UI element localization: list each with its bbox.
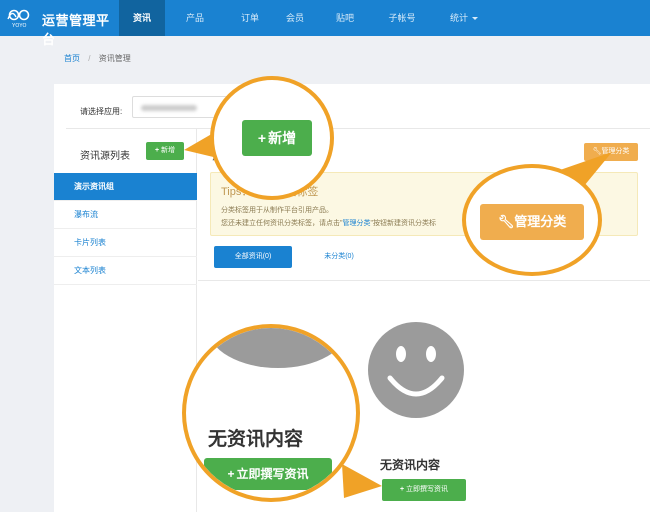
nav-orders[interactable]: 订单 (228, 0, 272, 36)
app-select-label: 请选择应用: (80, 107, 123, 116)
blurred-app-name (141, 105, 197, 111)
callout-empty-text: 无资讯内容 (208, 429, 304, 450)
callout-write-button: + 立即撰写资讯 (204, 458, 332, 490)
plus-icon: + (399, 486, 405, 493)
divider (198, 280, 650, 281)
callout-manage-button: 🔧︎管理分类 (480, 204, 584, 240)
callout-add-button: + 新增 (242, 120, 312, 156)
tab-all-news[interactable]: 全部资讯(0) (214, 246, 292, 268)
sidebar-title: 资讯源列表 (80, 151, 130, 162)
sidebar-item-text-list[interactable]: 文本列表 (54, 257, 197, 285)
sidebar: 资讯源列表 + 新增 演示资讯组 瀑布流 卡片列表 文本列表 (54, 129, 197, 512)
callout-manage-category: 🔧︎管理分类 (462, 164, 602, 276)
tips-line-2-post: "按钮新建资讯分类标 (370, 220, 436, 227)
manage-category-button[interactable]: 🔧︎管理分类 (584, 143, 638, 161)
sidebar-item-waterfall[interactable]: 瀑布流 (54, 201, 197, 229)
smiley-fragment (208, 328, 348, 368)
brand-title: 运营管理平台 (42, 13, 110, 47)
nav-subaccounts[interactable]: 子帐号 (380, 0, 424, 36)
tips-line-1: 分类标签用于从制作平台引用产品。 (221, 207, 333, 214)
empty-state-text: 无资讯内容 (380, 458, 441, 472)
wrench-icon: 🔧︎ (497, 214, 515, 229)
nav-news[interactable]: 资讯 (119, 0, 165, 36)
write-news-button[interactable]: + 立即撰写资讯 (382, 479, 466, 501)
callout-add: + 新增 (210, 76, 334, 200)
nav-stats[interactable]: 统计 (436, 0, 492, 36)
logo-icon: YOYO (7, 9, 30, 29)
callout-empty-state: 无资讯内容 + 立即撰写资讯 (182, 324, 360, 502)
callout-add-label: 新增 (268, 130, 297, 146)
plus-icon: + (154, 147, 160, 154)
nav-members[interactable]: 会员 (273, 0, 317, 36)
tab-uncategorized[interactable]: 未分类(0) (304, 246, 374, 268)
brand[interactable]: YOYO 运营管理平台 (0, 0, 118, 47)
chevron-down-icon (472, 17, 478, 21)
logo-text: YOYO (12, 23, 27, 29)
manage-category-label: 管理分类 (601, 148, 630, 155)
nav-forum[interactable]: 贴吧 (323, 0, 367, 36)
callout-write-label: 立即撰写资讯 (236, 467, 309, 481)
sidebar-item-cards[interactable]: 卡片列表 (54, 229, 197, 257)
tips-manage-link[interactable]: 管理分类 (342, 220, 370, 227)
smiley-icon (368, 322, 464, 418)
write-news-label: 立即撰写资讯 (406, 486, 449, 493)
plus-icon: + (227, 467, 235, 481)
tips-line-2-pre: 您还未建立任何资讯分类标签，请点击" (221, 220, 343, 227)
plus-icon: + (257, 130, 267, 146)
nav-stats-label: 统计 (449, 13, 468, 23)
breadcrumb-separator: / (88, 54, 91, 63)
breadcrumb: 首页 / 资讯管理 (54, 47, 650, 71)
top-navbar: YOYO 运营管理平台 资讯 产品 订单 会员 贴吧 子帐号 统计 (0, 0, 650, 47)
sidebar-list: 演示资讯组 瀑布流 卡片列表 文本列表 (54, 173, 197, 285)
add-source-button[interactable]: + 新增 (146, 142, 184, 160)
sidebar-item-demo[interactable]: 演示资讯组 (54, 173, 197, 201)
tips-line-2: 您还未建立任何资讯分类标签，请点击"管理分类"按钮新建资讯分类标 (221, 218, 436, 228)
add-source-label: 新增 (161, 147, 176, 154)
breadcrumb-home[interactable]: 首页 (64, 54, 80, 63)
callout-manage-label: 管理分类 (514, 214, 567, 229)
breadcrumb-current: 资讯管理 (98, 54, 131, 63)
nav-products[interactable]: 产品 (173, 0, 217, 36)
